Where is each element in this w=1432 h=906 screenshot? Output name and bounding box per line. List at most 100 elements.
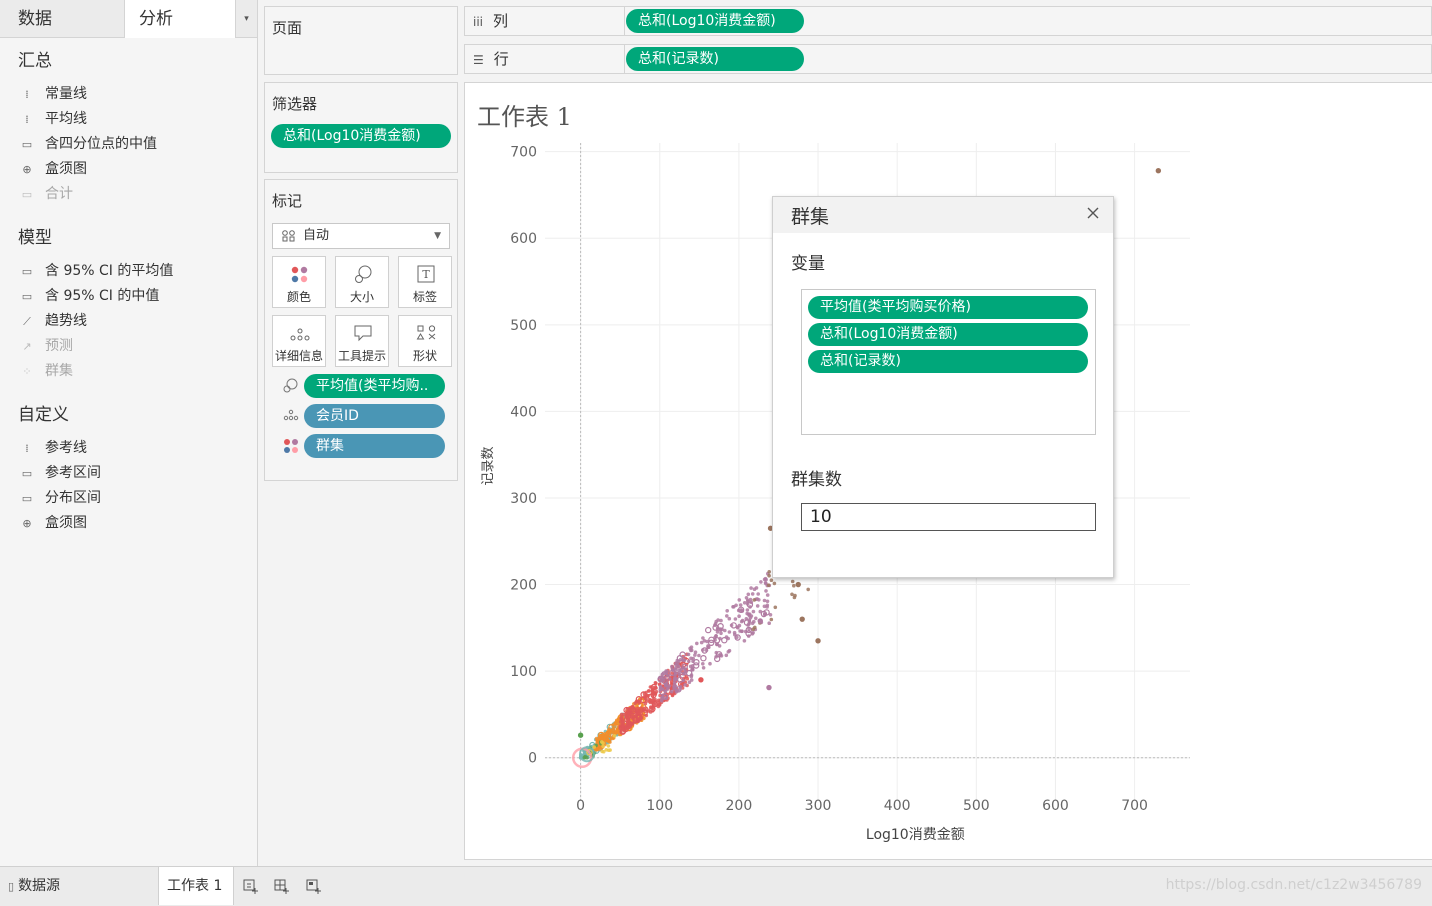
data-point: [747, 612, 752, 616]
data-point: [636, 717, 640, 722]
filters-card-title: 筛选器: [272, 95, 318, 113]
detail-field-pill[interactable]: 会员ID: [304, 404, 445, 428]
dialog-header: 群集: [773, 197, 1113, 233]
outlier-point: [799, 616, 805, 622]
color-button-label: 颜色: [286, 290, 311, 304]
data-point: [751, 630, 755, 635]
analytics-item[interactable]: ▭ 含 95% CI 的平均值: [0, 259, 257, 284]
columns-pill[interactable]: 总和(Log10消费金额): [626, 9, 804, 33]
y-tick-label: 600: [510, 231, 537, 247]
data-point: [701, 666, 706, 670]
analytics-item[interactable]: ▭ 参考区间: [0, 461, 257, 486]
data-point: [691, 656, 695, 661]
detail-button[interactable]: 详细信息: [272, 315, 326, 367]
outlier-point: [577, 732, 584, 738]
pages-card-title: 页面: [272, 19, 303, 37]
section-title: 自定义: [18, 405, 69, 425]
data-point: [747, 618, 752, 622]
analytics-item[interactable]: ▭ 分布区间: [0, 486, 257, 511]
data-point: [767, 573, 771, 578]
data-point: [648, 700, 653, 705]
mark-field-detail[interactable]: 会员ID: [281, 404, 447, 428]
new-story-icon[interactable]: [305, 877, 323, 895]
columns-shelf[interactable]: iii 列 总和(Log10消费金额): [464, 6, 1432, 36]
data-point: [769, 578, 774, 582]
label-button-label: 标签: [412, 290, 437, 304]
mark-field-color[interactable]: 群集: [281, 434, 447, 458]
variable-pill[interactable]: 总和(Log10消费金额): [808, 323, 1088, 346]
data-point: [611, 729, 615, 733]
analytics-item[interactable]: ⊕ 盒须图: [0, 511, 257, 536]
analytics-item[interactable]: ⁞ 参考线: [0, 436, 257, 461]
analytics-item[interactable]: ⁞ 平均线: [0, 107, 257, 132]
x-axis-title: Log10消费金额: [866, 827, 965, 843]
x-tick-label: 400: [884, 798, 911, 814]
pages-card[interactable]: 页面: [264, 6, 458, 75]
analytics-item-label: 合计: [45, 186, 73, 202]
variable-pill[interactable]: 平均值(类平均购买价格): [808, 296, 1088, 319]
variable-pill[interactable]: 总和(记录数): [808, 350, 1088, 373]
analytics-item[interactable]: ⟋ 趋势线: [0, 309, 257, 334]
variables-list[interactable]: 平均值(类平均购买价格) 总和(Log10消费金额) 总和(记录数): [801, 289, 1096, 435]
filter-pill[interactable]: 总和(Log10消费金额): [271, 124, 451, 148]
data-point: [664, 669, 668, 673]
analytics-item[interactable]: ⊕ 盒须图: [0, 157, 257, 182]
cluster-count-input[interactable]: [801, 503, 1096, 531]
color-field-pill[interactable]: 群集: [304, 434, 445, 458]
watermark: https://blog.csdn.net/c1z2w3456789: [1165, 877, 1422, 893]
close-icon[interactable]: [1085, 205, 1101, 221]
new-dashboard-icon[interactable]: [273, 877, 291, 895]
rows-pill[interactable]: 总和(记录数): [626, 47, 804, 71]
pane-menu-button[interactable]: ▾: [235, 0, 257, 38]
tab-datasource[interactable]: ▯ 数据源: [0, 867, 158, 905]
size-field-pill[interactable]: 平均值(类平均购..: [304, 374, 445, 398]
data-point: [765, 593, 770, 597]
shape-button[interactable]: 形状: [398, 315, 452, 367]
data-point: [719, 618, 723, 623]
median-ci-icon: ▭: [21, 289, 33, 303]
data-point: [656, 698, 661, 703]
tab-data[interactable]: 数据: [0, 0, 125, 38]
tableau-window: 数据 分析 ▾ 汇总 ⁞ 常量线 ⁞ 平均线 ▭ 含四分位点的中值 ⊕ 盒须图 ▭ 合计 模型 ▭ 含 9…: [0, 0, 1432, 906]
analytics-item-label: 含 95% CI 的平均值: [45, 263, 174, 279]
tab-analysis[interactable]: 分析: [125, 0, 235, 38]
x-tick-label: 300: [805, 798, 832, 814]
data-point: [689, 678, 694, 682]
data-point: [701, 662, 705, 666]
mark-type-dropdown[interactable]: 自动 ▼: [272, 223, 450, 249]
analytics-item[interactable]: ▭ 含四分位点的中值: [0, 132, 257, 157]
analytics-item[interactable]: ▭ 含 95% CI 的中值: [0, 284, 257, 309]
data-point: [754, 616, 758, 621]
analytics-item[interactable]: ⁘ 群集: [0, 359, 257, 384]
data-point: [734, 603, 738, 608]
data-point: [700, 655, 707, 662]
data-point: [739, 608, 743, 612]
cluster-dialog: 群集 变量 平均值(类平均购买价格) 总和(Log10消费金额) 总和(记录数)…: [772, 196, 1114, 578]
data-point: [733, 617, 738, 621]
data-point: [669, 689, 674, 694]
new-worksheet-icon[interactable]: [242, 877, 260, 895]
label-button[interactable]: T 标签: [398, 256, 452, 308]
color-button[interactable]: 颜色: [272, 256, 326, 308]
analytics-item-label: 预测: [45, 338, 73, 354]
tooltip-button[interactable]: 工具提示: [335, 315, 389, 367]
data-point: [666, 673, 670, 678]
trend-line-icon: ⟋: [23, 314, 31, 328]
data-point: [765, 603, 770, 608]
analytics-item[interactable]: ⁞ 常量线: [0, 82, 257, 107]
mark-field-size[interactable]: 平均值(类平均购..: [281, 374, 447, 398]
analytics-item[interactable]: ↗ 预测: [0, 334, 257, 359]
data-point: [719, 631, 723, 636]
data-point: [674, 677, 678, 681]
analytics-item[interactable]: ▭ 合计: [0, 182, 257, 207]
data-point: [683, 683, 687, 687]
filters-card[interactable]: 筛选器 总和(Log10消费金额): [264, 82, 458, 173]
data-point: [773, 605, 778, 610]
data-point: [727, 630, 732, 634]
outlier-point: [698, 677, 704, 683]
size-button[interactable]: 大小: [335, 256, 389, 308]
rows-shelf[interactable]: ☰ 行 总和(记录数): [464, 44, 1432, 74]
data-point: [691, 668, 695, 672]
tab-sheet-1[interactable]: 工作表 1: [158, 867, 234, 905]
x-tick-label: 500: [963, 798, 990, 814]
